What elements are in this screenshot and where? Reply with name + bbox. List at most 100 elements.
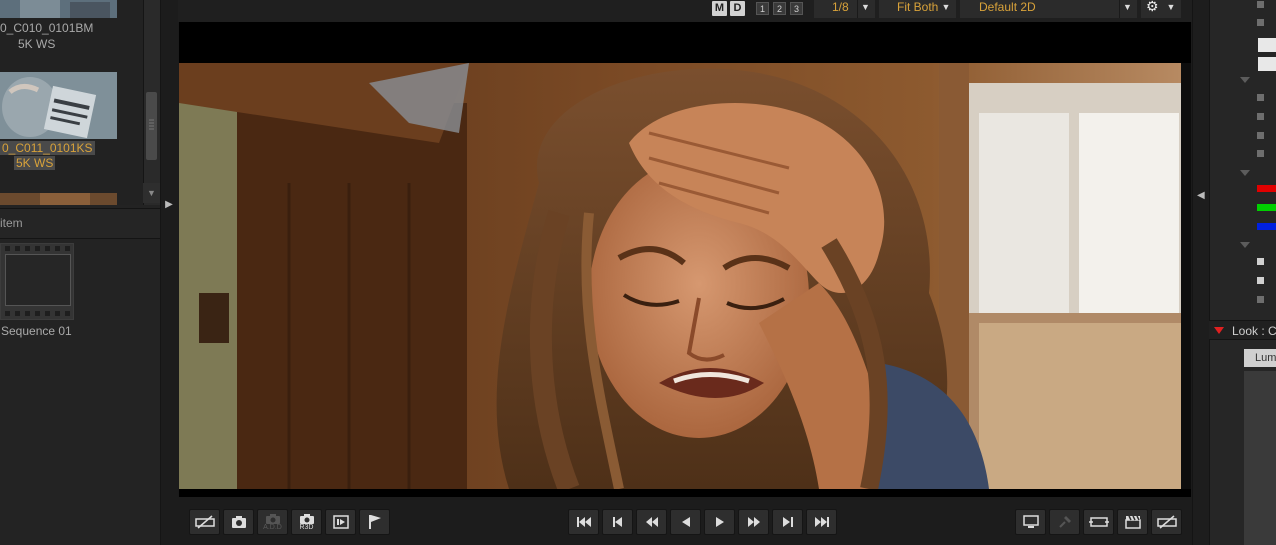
slider-handle[interactable] — [1257, 94, 1264, 101]
camera-icon — [265, 513, 280, 524]
export-frame-button[interactable] — [325, 509, 356, 535]
slider-handle[interactable] — [1257, 113, 1264, 120]
loop-icon — [1088, 517, 1109, 527]
expand-arrow-icon[interactable] — [1240, 77, 1250, 83]
clapper-button[interactable] — [1117, 509, 1148, 535]
slider-handle[interactable] — [1257, 150, 1264, 157]
sequence-thumbnail[interactable] — [0, 243, 74, 320]
metadata-toggle-button[interactable]: M — [712, 1, 727, 16]
viewer-toolbar: M D 1 2 3 1/8 ▼ Fit Both ▼ Default 2D ▼ … — [178, 0, 1192, 22]
chevron-down-icon: ▼ — [857, 0, 873, 18]
pin-icon — [1058, 516, 1071, 528]
r3d-label: R3D — [299, 523, 314, 531]
fit-mode-dropdown[interactable]: Fit Both ▼ — [879, 0, 956, 18]
view-3-button[interactable]: 3 — [790, 2, 803, 15]
clapperboard-icon — [1124, 515, 1141, 529]
gear-icon: ⚙ — [1146, 0, 1159, 14]
next-mark-button[interactable] — [772, 509, 803, 535]
pin-button[interactable] — [1049, 509, 1080, 535]
clip-format-text: 5K WS — [14, 156, 56, 170]
fast-forward-icon — [747, 517, 760, 527]
sequence-frame — [5, 254, 71, 306]
scrollbar-thumb[interactable] — [146, 92, 157, 160]
flag-icon — [368, 515, 381, 529]
clear-flags-button[interactable] — [189, 509, 220, 535]
clip-list: 0_C010_0101BM 5K WS 0_C011_0101KS 5K WS — [0, 0, 160, 205]
snapshot-r3d-button[interactable]: R3D — [291, 509, 322, 535]
blue-channel-bar[interactable] — [1257, 223, 1276, 230]
slider-handle[interactable] — [1257, 258, 1264, 265]
sequence-label: Sequence 01 — [1, 324, 72, 338]
fast-forward-button[interactable] — [738, 509, 769, 535]
red-channel-bar[interactable] — [1257, 185, 1276, 192]
skip-to-start-icon — [576, 517, 591, 527]
loop-button[interactable] — [1083, 509, 1114, 535]
expand-arrow-icon[interactable] — [1240, 170, 1250, 176]
resolution-dropdown[interactable]: 1/8 ▼ — [814, 0, 875, 18]
clip-thumbnail-selected[interactable] — [0, 72, 117, 139]
clip-format: 5K WS — [18, 37, 56, 51]
snapshot-add-button[interactable]: A.D.D — [257, 509, 288, 535]
letterbox-bottom — [179, 489, 1191, 497]
slider-handle[interactable] — [1257, 296, 1264, 303]
slider-handle[interactable] — [1257, 19, 1264, 26]
slider-handle[interactable] — [1257, 1, 1264, 8]
collapse-arrow-icon — [1214, 327, 1224, 334]
lum-curve-area[interactable] — [1244, 371, 1276, 545]
lut-dropdown[interactable]: Default 2D ▼ — [960, 0, 1137, 18]
collapse-right-panel[interactable]: ◀ — [1192, 0, 1209, 545]
camera-icon — [299, 513, 314, 524]
value-field[interactable] — [1258, 57, 1276, 71]
fit-mode-value: Fit Both — [897, 0, 939, 14]
look-section-header[interactable]: Look : C — [1209, 320, 1276, 340]
play-reverse-button[interactable] — [670, 509, 701, 535]
snapshot-button[interactable] — [223, 509, 254, 535]
expand-arrow-icon[interactable] — [1240, 242, 1250, 248]
clip-name-selected: 0_C011_0101KS — [0, 141, 95, 155]
previous-icon — [612, 517, 622, 527]
tab-lum[interactable]: Lum — [1244, 349, 1276, 367]
resolution-value: 1/8 — [832, 0, 849, 14]
value-field[interactable] — [1258, 38, 1276, 52]
item-header-label: item — [0, 216, 23, 230]
clear-marks-icon — [1156, 515, 1177, 529]
previous-mark-button[interactable] — [602, 509, 633, 535]
monitor-icon — [1022, 515, 1039, 528]
panel-divider — [160, 0, 178, 545]
chevron-down-icon: ▼ — [1166, 2, 1176, 12]
green-channel-bar[interactable] — [1257, 204, 1276, 211]
slider-handle[interactable] — [1257, 277, 1264, 284]
chevron-down-icon: ▼ — [941, 2, 951, 12]
viewer-settings-dropdown[interactable]: ⚙ ▼ — [1141, 0, 1181, 18]
play-button[interactable] — [704, 509, 735, 535]
clip-name: 0_C010_0101BM — [0, 21, 94, 35]
viewer-image[interactable] — [179, 63, 1181, 489]
chevron-left-icon: ◀ — [1197, 190, 1205, 201]
flag-button[interactable] — [359, 509, 390, 535]
item-section-header: item — [0, 208, 160, 239]
play-reverse-icon — [681, 517, 690, 527]
clip-thumbnail[interactable] — [0, 0, 117, 18]
monitor-button[interactable] — [1015, 509, 1046, 535]
skip-to-end-icon — [814, 517, 829, 527]
export-frame-icon — [332, 515, 349, 529]
collapse-left-panel-icon[interactable]: ▶ — [160, 195, 178, 215]
clip-thumbnail[interactable] — [0, 193, 117, 205]
clip-name-text: 0_C011_0101KS — [0, 141, 95, 155]
next-icon — [782, 517, 793, 527]
chevron-down-icon: ▼ — [1119, 0, 1135, 18]
clip-format-selected: 5K WS — [14, 156, 56, 170]
rewind-icon — [645, 517, 658, 527]
view-1-button[interactable]: 1 — [756, 2, 769, 15]
display-toggle-button[interactable]: D — [730, 1, 745, 16]
clear-marks-button[interactable] — [1151, 509, 1182, 535]
go-to-start-button[interactable] — [568, 509, 599, 535]
letterbox-top — [179, 22, 1191, 63]
lut-value: Default 2D — [979, 0, 1036, 14]
add-label: A.D.D — [263, 523, 282, 531]
view-2-button[interactable]: 2 — [773, 2, 786, 15]
rewind-button[interactable] — [636, 509, 667, 535]
scroll-down-arrow-icon[interactable]: ▼ — [143, 183, 160, 203]
slider-handle[interactable] — [1257, 132, 1264, 139]
go-to-end-button[interactable] — [806, 509, 837, 535]
